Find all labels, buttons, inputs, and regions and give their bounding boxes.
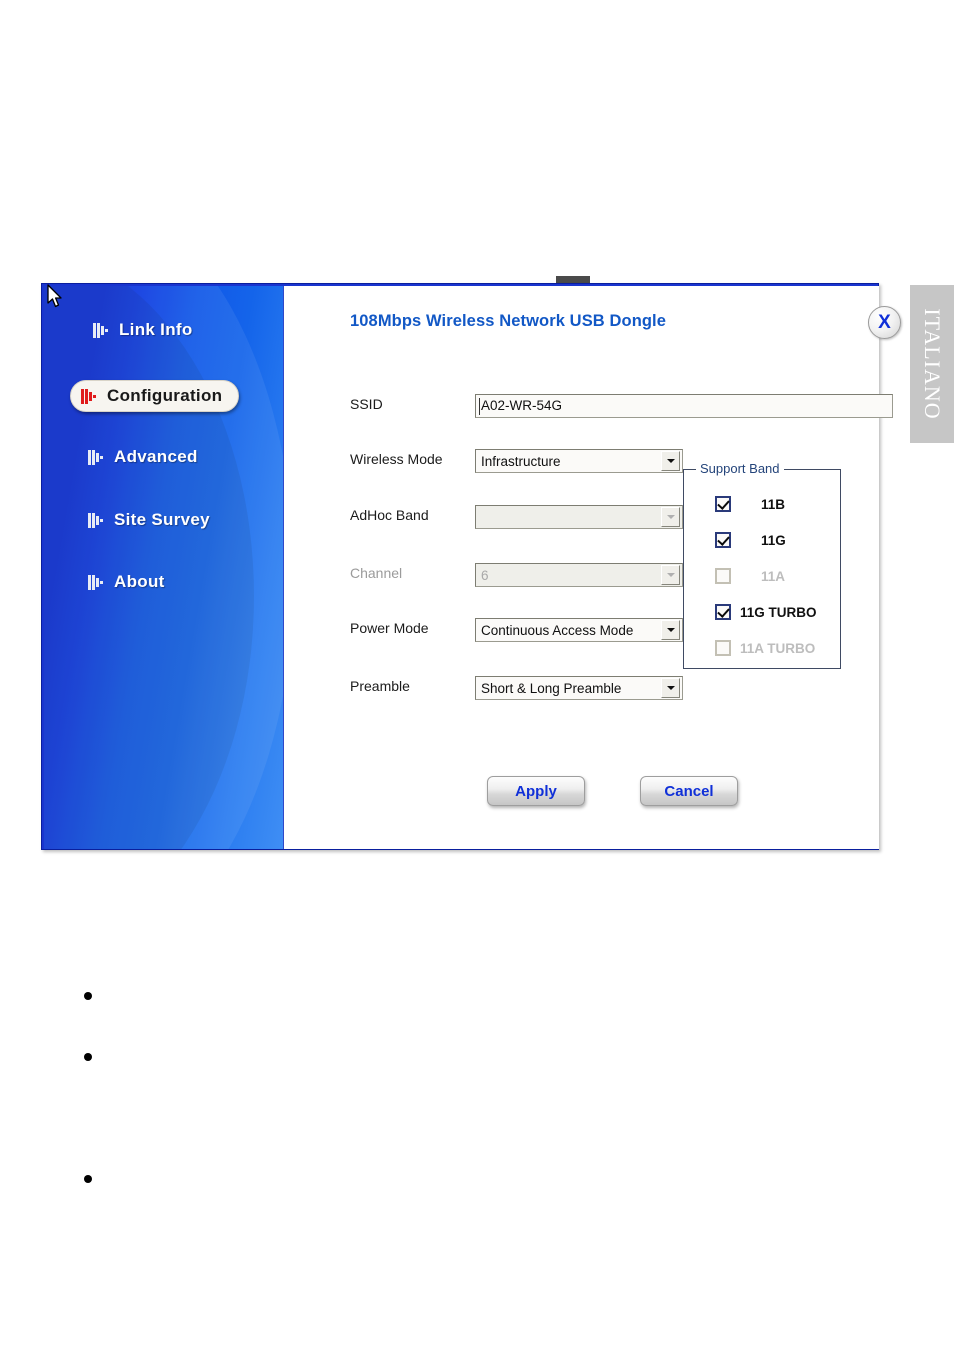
- dotted-triangle-icon: [88, 449, 103, 465]
- support-band-option-11g-turbo[interactable]: 11G TURBO: [715, 603, 817, 621]
- dotted-triangle-icon: [88, 512, 103, 528]
- support-band-option-label: 11B: [761, 496, 786, 512]
- support-band-option-label: 11A TURBO: [740, 640, 816, 656]
- form-row-channel: Channel 6: [350, 563, 683, 587]
- list-item-bullet: [84, 1053, 92, 1061]
- power-mode-value: Continuous Access Mode: [481, 622, 634, 638]
- ssid-input[interactable]: A02-WR-54G: [475, 394, 893, 418]
- cancel-button[interactable]: Cancel: [640, 776, 738, 806]
- chevron-down-icon: [661, 507, 680, 527]
- adhoc-band-select: [475, 505, 683, 529]
- sidebar-item-about[interactable]: About: [88, 567, 165, 597]
- support-band-option-label: 11G TURBO: [740, 604, 817, 620]
- page-title: 108Mbps Wireless Network USB Dongle: [350, 312, 667, 330]
- wireless-mode-select[interactable]: Infrastructure: [475, 449, 683, 473]
- channel-value: 6: [481, 567, 489, 583]
- chevron-down-icon[interactable]: [661, 451, 680, 471]
- preamble-value: Short & Long Preamble: [481, 680, 622, 696]
- form-row-adhoc-band: AdHoc Band: [350, 505, 683, 529]
- chevron-down-icon: [661, 565, 680, 585]
- power-mode-select[interactable]: Continuous Access Mode: [475, 618, 683, 642]
- sidebar-item-label: About: [114, 572, 165, 591]
- sidebar-item-label: Link Info: [119, 320, 193, 339]
- dotted-triangle-icon: [81, 388, 96, 404]
- ssid-label: SSID: [350, 396, 383, 412]
- list-item-bullet: [84, 1175, 92, 1183]
- apply-button-label: Apply: [515, 782, 557, 800]
- support-band-option-label: 11G: [761, 532, 786, 548]
- support-band-option-11g[interactable]: 11G: [715, 531, 786, 549]
- sidebar-item-label: Advanced: [114, 447, 198, 466]
- chevron-down-icon[interactable]: [661, 620, 680, 640]
- checkbox-icon[interactable]: [715, 532, 731, 548]
- apply-button[interactable]: Apply: [487, 776, 585, 806]
- checkbox-icon[interactable]: [715, 604, 731, 620]
- dotted-triangle-icon: [88, 574, 103, 590]
- preamble-label: Preamble: [350, 678, 410, 694]
- sidebar-item-label: Configuration: [107, 386, 223, 405]
- wireless-mode-value: Infrastructure: [481, 453, 561, 469]
- content-panel: 108Mbps Wireless Network USB Dongle X SS…: [283, 286, 901, 849]
- wireless-mode-label: Wireless Mode: [350, 451, 443, 467]
- cancel-button-label: Cancel: [664, 782, 714, 800]
- preamble-select[interactable]: Short & Long Preamble: [475, 676, 683, 700]
- checkbox-icon: [715, 640, 731, 656]
- language-side-tab-label: ITALIANO: [920, 308, 945, 420]
- support-band-option-11b[interactable]: 11B: [715, 495, 785, 513]
- support-band-option-11a[interactable]: 11A: [715, 567, 785, 585]
- channel-select: 6: [475, 563, 683, 587]
- support-band-legend: Support Band: [696, 461, 784, 476]
- wireless-utility-window: Link Info Configuration Advanced Site Su…: [41, 283, 901, 850]
- dotted-triangle-icon: [93, 322, 108, 338]
- checkbox-icon[interactable]: [715, 496, 731, 512]
- support-band-option-11a-turbo: 11A TURBO: [715, 639, 815, 657]
- list-item-bullet: [84, 992, 92, 1000]
- form-row-wireless-mode: Wireless Mode Infrastructure: [350, 449, 683, 473]
- sidebar-item-link-info[interactable]: Link Info: [93, 315, 193, 345]
- form-row-ssid: SSID A02-WR-54G: [350, 394, 893, 418]
- close-icon[interactable]: X: [868, 306, 901, 339]
- form-row-preamble: Preamble Short & Long Preamble: [350, 676, 683, 700]
- support-band-group: Support Band 11B 11G 11A 11G TURBO 11A T…: [683, 461, 841, 669]
- sidebar-item-site-survey[interactable]: Site Survey: [88, 505, 210, 535]
- sidebar: Link Info Configuration Advanced Site Su…: [44, 286, 283, 849]
- close-icon-glyph: X: [878, 312, 891, 333]
- checkbox-icon[interactable]: [715, 568, 731, 584]
- channel-label: Channel: [350, 565, 403, 581]
- sidebar-item-label: Site Survey: [114, 510, 210, 529]
- chevron-down-icon[interactable]: [661, 678, 680, 698]
- sidebar-item-advanced[interactable]: Advanced: [88, 442, 198, 472]
- power-mode-label: Power Mode: [350, 620, 429, 636]
- form-row-power-mode: Power Mode Continuous Access Mode: [350, 618, 683, 642]
- support-band-option-label: 11A: [761, 568, 786, 584]
- sidebar-item-configuration[interactable]: Configuration: [70, 380, 240, 412]
- language-side-tab: ITALIANO: [910, 285, 954, 443]
- adhoc-band-label: AdHoc Band: [350, 507, 429, 523]
